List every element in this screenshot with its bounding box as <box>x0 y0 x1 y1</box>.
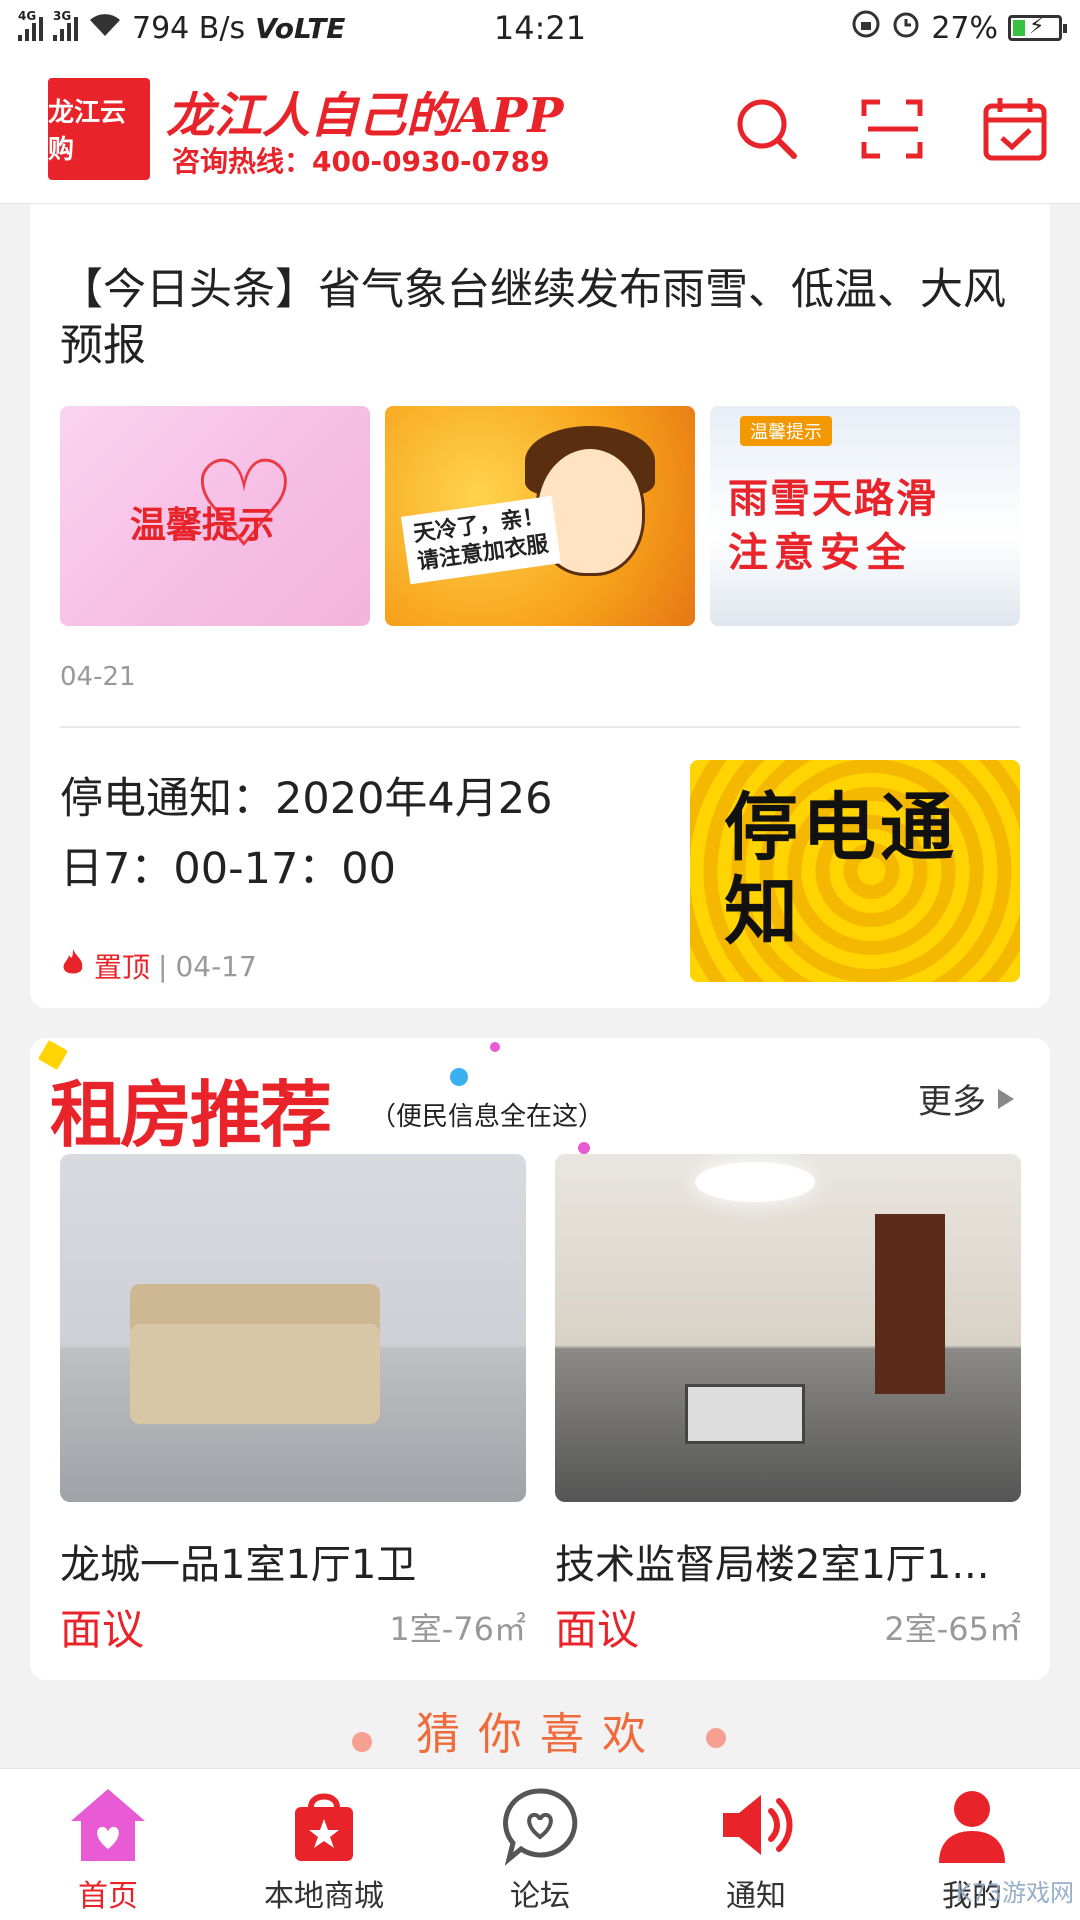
user-icon <box>927 1783 1017 1867</box>
rent-section-subtitle: （便民信息全在这） <box>370 1102 605 1132</box>
door <box>875 1214 945 1394</box>
search-icon[interactable] <box>732 94 802 164</box>
decor-dot <box>352 1732 372 1752</box>
status-bar: 4G 3G 794 B/s VoLTE 14:21 27% ⚡ <box>0 0 1080 56</box>
chat-heart-icon <box>495 1783 585 1867</box>
signal-icon-2: 3G <box>53 9 78 41</box>
house-name-2[interactable]: 技术监督局楼2室1厅1... <box>555 1532 1021 1590</box>
pinned-label: 置顶 <box>94 951 151 984</box>
nav-home[interactable]: 首页 <box>0 1769 216 1920</box>
fire-icon <box>60 947 86 985</box>
news-card: 【今日头条】省气象台继续发布雨雪、低温、大风预报 ♡ 温馨提示 天冷了，亲！ 请… <box>30 204 1050 1008</box>
hotline: 咨询热线：400-0930-0789 <box>172 145 550 178</box>
battery-percent: 27% <box>931 10 998 46</box>
notice-image[interactable]: 停电通知 <box>690 760 1020 982</box>
road-line2: 注意安全 <box>728 530 912 576</box>
divider <box>60 726 1020 728</box>
meta-separator: | <box>158 949 168 983</box>
rent-card: 租房推荐 （便民信息全在这） 更多 龙城一品1室1厅1卫 面议 1室-76㎡ 技… <box>30 1038 1050 1680</box>
volte-label: VoLTE <box>255 11 346 45</box>
road-badge: 温馨提示 <box>740 416 832 446</box>
notice-meta: 置顶 | 04-17 <box>60 946 257 986</box>
app-header: 龙江云购 龙江人自己的APP 咨询热线：400-0930-0789 <box>0 56 1080 204</box>
battery-icon: ⚡ <box>1008 14 1067 41</box>
bottom-nav: 首页 本地商城 论坛 通知 我的 K73游戏网 <box>0 1768 1080 1920</box>
signal-icon: 4G <box>18 9 43 41</box>
calendar-check-icon[interactable] <box>980 94 1050 164</box>
home-icon <box>63 1783 153 1867</box>
news-date: 04-21 <box>60 662 136 692</box>
news-image-warm-tip[interactable]: ♡ 温馨提示 <box>60 406 370 626</box>
house-spec-1: 1室-76㎡ <box>389 1610 526 1648</box>
more-label: 更多 <box>918 1082 986 1122</box>
sofa-seat <box>130 1324 380 1424</box>
scan-icon[interactable] <box>858 94 928 164</box>
network-type-1: 4G <box>18 9 37 23</box>
notice-image-text: 停电通知 <box>724 785 958 955</box>
house-name-1[interactable]: 龙城一品1室1厅1卫 <box>60 1532 526 1590</box>
rotation-lock-icon <box>851 9 881 47</box>
news-image-cold-weather[interactable]: 天冷了，亲！ 请注意加衣服 <box>385 406 695 626</box>
nav-home-label: 首页 <box>78 1879 138 1914</box>
house-image-2[interactable] <box>555 1154 1021 1502</box>
confetti <box>490 1042 500 1052</box>
house-spec-2: 2室-65㎡ <box>884 1610 1021 1648</box>
speaker-icon <box>711 1783 801 1867</box>
network-type-2: 3G <box>53 9 72 23</box>
news-headline[interactable]: 【今日头条】省气象台继续发布雨雪、低温、大风预报 <box>60 262 1020 374</box>
more-link[interactable]: 更多 <box>918 1074 1014 1123</box>
nav-forum-label: 论坛 <box>510 1879 570 1914</box>
app-slogan: 龙江人自己的APP <box>166 88 564 144</box>
news-image-road-safety[interactable]: 温馨提示 雨雪天路滑 注意安全 <box>710 406 1020 626</box>
rent-section-title: 租房推荐 <box>50 1072 332 1157</box>
clock: 14:21 <box>493 9 587 47</box>
guess-label: 猜你喜欢 <box>416 1709 664 1760</box>
road-line1: 雨雪天路滑 <box>728 476 938 522</box>
wifi-icon <box>88 12 122 45</box>
warm-tip-text: 温馨提示 <box>130 504 275 546</box>
guess-you-like-title: 猜你喜欢 <box>0 1698 1080 1768</box>
watermark: K73游戏网 <box>955 1879 1074 1907</box>
nav-notice-label: 通知 <box>726 1879 786 1914</box>
nav-notice[interactable]: 通知 <box>648 1769 864 1920</box>
house-image-1[interactable] <box>60 1154 526 1502</box>
chevron-right-icon <box>998 1088 1014 1109</box>
nav-forum[interactable]: 论坛 <box>432 1769 648 1920</box>
confetti <box>450 1068 468 1086</box>
network-speed: 794 B/s <box>132 10 246 46</box>
decor-dot <box>706 1728 726 1748</box>
notice-date: 04-17 <box>175 949 257 983</box>
chandelier <box>695 1162 815 1202</box>
logo-text: 龙江云购 <box>48 98 127 165</box>
coffee-table <box>685 1384 805 1444</box>
app-logo: 龙江云购 <box>48 78 150 180</box>
nav-local-mall[interactable]: 本地商城 <box>216 1769 432 1920</box>
alarm-icon <box>891 9 921 47</box>
nav-local-mall-label: 本地商城 <box>264 1879 384 1914</box>
shopping-bag-icon <box>279 1783 369 1867</box>
cold-weather-caption: 天冷了，亲！ 请注意加衣服 <box>401 495 562 585</box>
notice-title[interactable]: 停电通知：2020年4月26日7：00-17：00 <box>60 764 580 904</box>
confetti <box>578 1142 590 1154</box>
